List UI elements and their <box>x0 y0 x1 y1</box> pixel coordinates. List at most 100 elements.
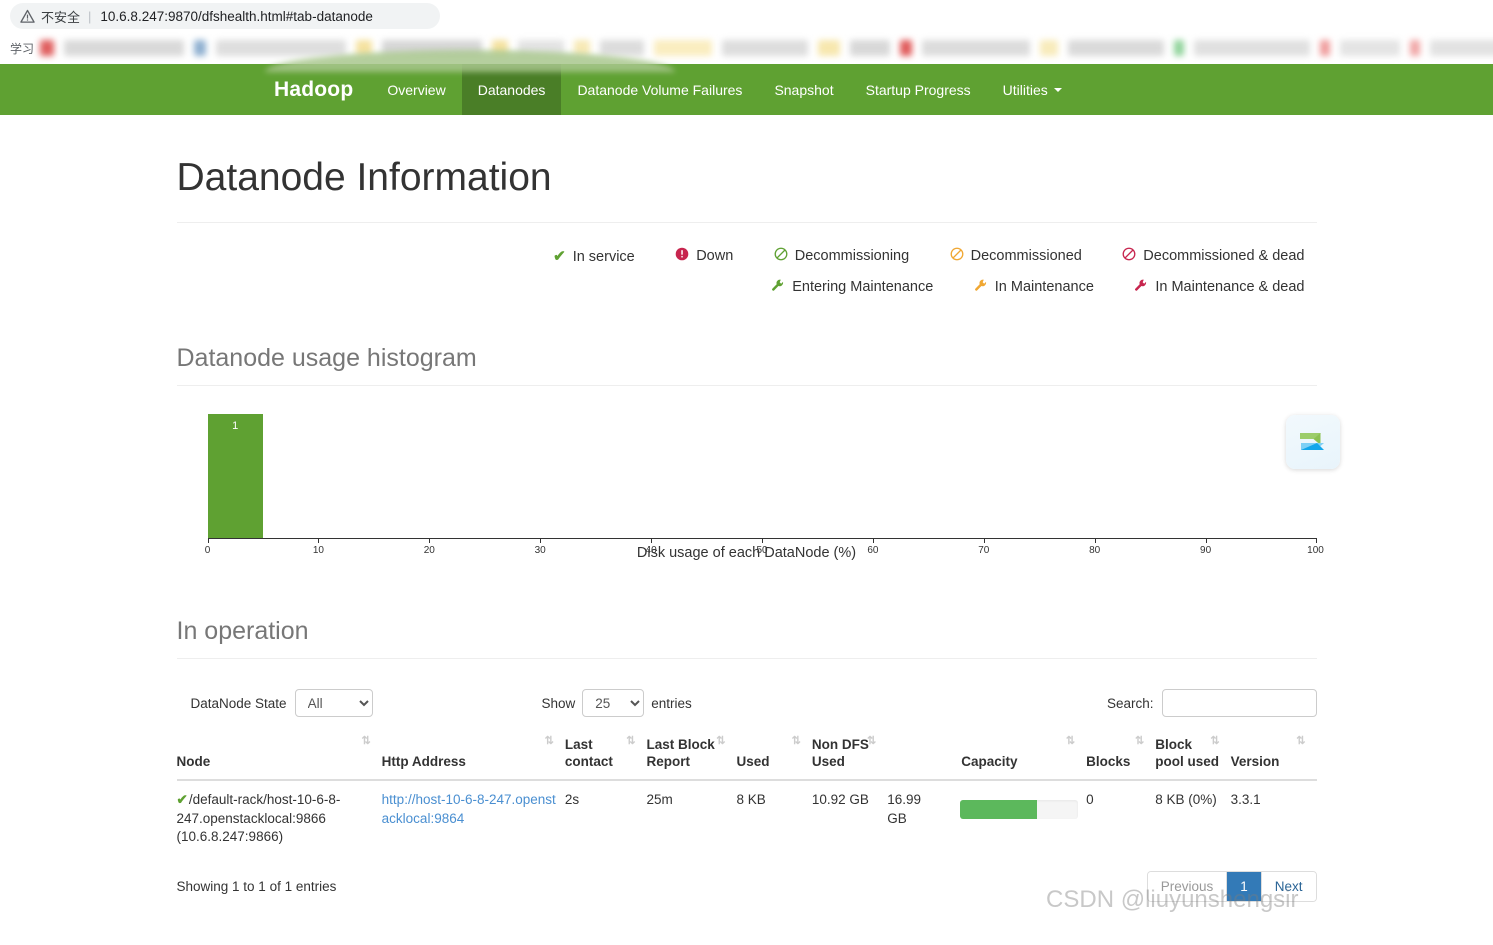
histogram-tick <box>318 538 320 544</box>
pagination-next[interactable]: Next <box>1261 872 1316 902</box>
legend-decommissioned: Decommissioned <box>950 241 1082 271</box>
cell-capacity: 16.99 GB <box>887 780 1086 857</box>
col-header-last-block-report[interactable]: ⇅ Last Block Report <box>646 729 737 782</box>
bookmark-item-blurred[interactable] <box>1410 40 1421 56</box>
nav-item-startup-progress[interactable]: Startup Progress <box>850 64 987 115</box>
sort-icon[interactable]: ⇅ <box>1210 735 1219 749</box>
sort-icon[interactable]: ⇅ <box>545 735 554 749</box>
page-length-select[interactable]: 2550100 <box>582 689 645 718</box>
bookmark-item-blurred[interactable] <box>900 40 913 56</box>
col-header-node[interactable]: ⇅ Node <box>176 729 382 782</box>
not-secure-warning-icon[interactable] <box>20 9 35 24</box>
histogram-tick <box>1205 538 1207 544</box>
col-header-capacity[interactable]: ⇅ Capacity <box>887 729 1087 782</box>
bookmark-item-study[interactable]: 学习 <box>10 40 34 57</box>
datanodes-table: ⇅ Node ⇅ Http Address ⇅ Last contact ⇅ L… <box>176 729 1317 857</box>
bookmark-item-blurred[interactable] <box>1340 40 1401 56</box>
bookmark-item-blurred[interactable] <box>40 40 55 56</box>
bookmark-item-blurred[interactable] <box>1174 40 1185 56</box>
histogram-bar: 1 <box>207 414 263 540</box>
col-header-http-address[interactable]: ⇅ Http Address <box>381 729 565 782</box>
bookmark-item-blurred[interactable] <box>194 40 207 56</box>
main-navbar: Hadoop Overview Datanodes Datanode Volum… <box>0 50 1493 115</box>
col-header-non-dfs-used[interactable]: ⇅ Non DFS Used <box>811 729 888 782</box>
ban-circle-icon <box>774 247 788 264</box>
legend-in-maintenance-and-dead: In Maintenance & dead <box>1134 272 1305 302</box>
status-legend: ✔ In service Down Decommissioning Decomm… <box>177 241 1317 305</box>
col-label: Used <box>736 754 770 770</box>
bookmark-item-blurred[interactable] <box>600 40 645 56</box>
floating-extension-widget[interactable] <box>1285 415 1340 469</box>
bookmark-item-blurred[interactable] <box>722 40 809 56</box>
bookmark-item-blurred[interactable] <box>1040 40 1059 56</box>
legend-label: Decommissioned & dead <box>1143 247 1305 264</box>
search-input[interactable] <box>1161 689 1317 718</box>
histogram-bar-value: 1 <box>232 420 239 433</box>
cell-non-dfs-used: 10.92 GB <box>811 792 869 808</box>
col-header-block-pool-used[interactable]: ⇅ Block pool used <box>1155 729 1231 782</box>
col-label: Node <box>176 754 211 770</box>
nav-item-label: Snapshot <box>774 81 834 98</box>
legend-entering-maintenance: Entering Maintenance <box>771 272 933 302</box>
col-header-version[interactable]: ⇅ Version <box>1230 729 1317 782</box>
histogram-heading: Datanode usage histogram <box>176 344 477 373</box>
cell-used: 8 KB <box>736 792 766 808</box>
legend-down: Down <box>675 241 733 271</box>
page-container: Datanode Information ✔ In service Down D… <box>176 115 1340 913</box>
sort-icon[interactable]: ⇅ <box>1066 735 1075 749</box>
col-header-last-contact[interactable]: ⇅ Last contact <box>564 729 647 782</box>
browser-chrome: 不安全 | 10.6.8.247:9870/dfshealth.html#tab… <box>0 0 1493 64</box>
datanode-state-select[interactable]: AllIn ServiceDownDecommissioningDecommis… <box>294 689 373 718</box>
histogram-x-axis: 0 10 20 30 40 50 60 70 80 90 100 <box>205 538 1324 556</box>
wrench-icon <box>974 278 988 296</box>
url-text[interactable]: 10.6.8.247:9870/dfshealth.html#tab-datan… <box>100 9 372 24</box>
pagination-previous[interactable]: Previous <box>1147 872 1228 902</box>
not-secure-label: 不安全 <box>41 9 81 25</box>
datanode-state-filter: DataNode State AllIn ServiceDownDecommis… <box>191 689 373 718</box>
bookmark-item-blurred[interactable] <box>64 40 185 56</box>
bookmark-item-blurred[interactable] <box>216 40 347 56</box>
in-service-check-icon: ✔ <box>176 792 188 808</box>
pagination-page-1[interactable]: 1 <box>1227 872 1262 902</box>
node-name: /default-rack/host-10-6-8-247.openstackl… <box>176 792 341 845</box>
cell-node: ✔/default-rack/host-10-6-8-247.openstack… <box>177 780 382 857</box>
in-operation-divider <box>176 658 1317 660</box>
col-header-blocks[interactable]: ⇅ Blocks <box>1086 729 1156 782</box>
nav-item-label: Datanodes <box>477 81 546 98</box>
bookmark-item-blurred[interactable] <box>1194 40 1311 56</box>
capacity-progress-bar <box>959 800 1079 820</box>
bookmark-item-blurred[interactable] <box>1068 40 1165 56</box>
wrench-icon <box>771 278 785 296</box>
legend-label: Decommissioning <box>794 247 910 264</box>
table-row: ✔/default-rack/host-10-6-8-247.openstack… <box>177 780 1317 857</box>
address-bar[interactable]: 不安全 | 10.6.8.247:9870/dfshealth.html#tab… <box>10 3 440 29</box>
bookmark-item-blurred[interactable] <box>1430 40 1493 56</box>
nav-item-utilities[interactable]: Utilities <box>987 64 1078 115</box>
bookmark-item-blurred[interactable] <box>1320 40 1331 56</box>
col-label: Version <box>1230 754 1280 770</box>
nav-item-label: Datanode Volume Failures <box>577 81 743 98</box>
sort-icon[interactable]: ⇅ <box>626 735 635 749</box>
sort-icon[interactable]: ⇅ <box>1135 735 1144 749</box>
bookmark-item-blurred[interactable] <box>922 40 1031 56</box>
search-control: Search: <box>1107 689 1317 718</box>
cell-http-address: http://host-10-6-8-247.openstacklocal:98… <box>382 780 565 857</box>
bookmark-item-blurred[interactable] <box>654 40 713 56</box>
sort-icon[interactable]: ⇅ <box>792 735 801 749</box>
sort-icon[interactable]: ⇅ <box>867 735 876 749</box>
sort-icon[interactable]: ⇅ <box>1296 735 1305 749</box>
histogram-divider <box>176 385 1317 387</box>
sort-icon[interactable]: ⇅ <box>361 735 370 749</box>
legend-in-maintenance: In Maintenance <box>974 272 1094 302</box>
col-header-used[interactable]: ⇅ Used <box>736 729 812 782</box>
col-label: Blocks <box>1086 754 1131 770</box>
histogram-tick <box>429 538 431 544</box>
bookmark-item-blurred[interactable] <box>818 40 841 56</box>
http-address-link[interactable]: http://host-10-6-8-247.openstacklocal:98… <box>382 792 556 826</box>
sort-icon[interactable]: ⇅ <box>716 735 725 749</box>
bookmarks-bar[interactable]: 学习 <box>0 32 1493 64</box>
col-label: Non DFS Used <box>811 737 869 770</box>
status-legend-row-2: Entering Maintenance In Maintenance In M… <box>177 272 1305 304</box>
nav-item-snapshot[interactable]: Snapshot <box>758 64 849 115</box>
bookmark-item-blurred[interactable] <box>850 40 891 56</box>
